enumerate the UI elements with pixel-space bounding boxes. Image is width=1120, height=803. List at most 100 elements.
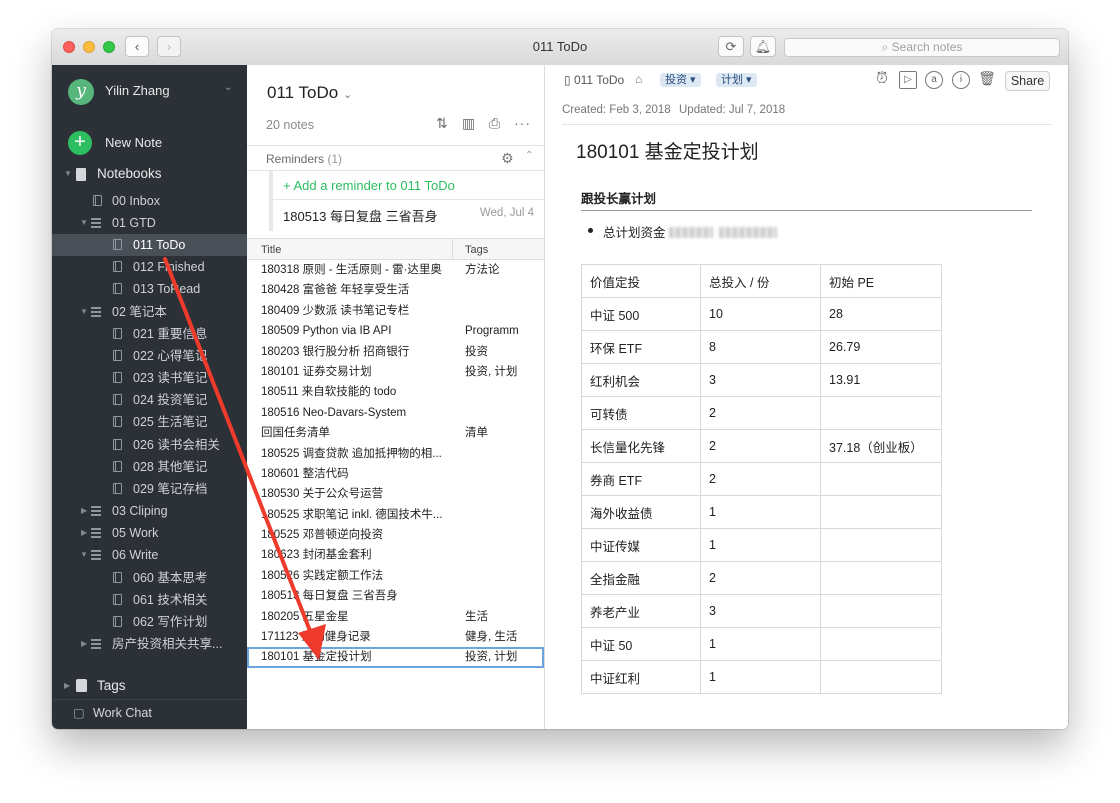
more-options-icon[interactable]: ···: [514, 115, 531, 131]
sidebar-item-026[interactable]: 026 读书会相关: [52, 434, 247, 456]
trash-icon[interactable]: 🗑︎: [978, 71, 996, 89]
table-cell[interactable]: 1: [700, 627, 821, 661]
sidebar-item-028[interactable]: 028 其他笔记: [52, 456, 247, 478]
table-cell[interactable]: 长信量化先锋: [581, 429, 701, 463]
table-cell[interactable]: [820, 462, 942, 496]
note-row[interactable]: 180513 每日复盘 三省吾身: [247, 586, 544, 606]
note-row[interactable]: 180601 整洁代码: [247, 464, 544, 484]
disclosure-open-icon[interactable]: ▼: [80, 544, 88, 566]
table-cell[interactable]: 环保 ETF: [581, 330, 701, 364]
tag-chip[interactable]: 投资 ▾: [660, 73, 701, 87]
note-row[interactable]: 180526 实践定额工作法: [247, 566, 544, 586]
mention-icon[interactable]: a: [925, 71, 943, 89]
sidebar-tags[interactable]: ▶ Tags: [52, 675, 247, 697]
table-cell[interactable]: 中证传媒: [581, 528, 701, 562]
chevron-down-icon[interactable]: ⌄: [224, 82, 232, 93]
disclosure-closed-icon[interactable]: ▶: [81, 522, 87, 544]
tag-chip[interactable]: 计划 ▾: [716, 73, 757, 87]
investment-table[interactable]: 价值定投 总投入 / 份 初始 PE 中证 500 10 28 环保 ETF 8 26.…: [581, 264, 942, 694]
table-cell[interactable]: 全指金融: [581, 561, 701, 595]
table-cell[interactable]: 1: [700, 528, 821, 562]
table-cell[interactable]: [820, 528, 942, 562]
table-cell[interactable]: 可转债: [581, 396, 701, 430]
sidebar-item-022[interactable]: 022 心得笔记: [52, 345, 247, 367]
account-name[interactable]: Yilin Zhang: [105, 83, 170, 98]
gear-icon[interactable]: ⚙: [501, 150, 514, 167]
note-row-selected[interactable]: 180101 基金定投计划 投资, 计划: [247, 647, 544, 668]
note-row[interactable]: 180525 邓普顿逆向投资: [247, 525, 544, 545]
note-row[interactable]: 180101 证券交易计划 投资, 计划: [247, 362, 544, 382]
note-row[interactable]: 回国任务清单 清单: [247, 423, 544, 443]
note-row[interactable]: 180530 关于公众号运营: [247, 484, 544, 504]
note-title[interactable]: 180101 基金定投计划: [576, 137, 759, 164]
table-cell[interactable]: 28: [820, 297, 942, 331]
alarm-icon[interactable]: ⏰︎: [873, 71, 891, 89]
sidebar-item-inbox[interactable]: 00 Inbox: [52, 190, 247, 212]
table-cell[interactable]: [820, 495, 942, 529]
sidebar-work-chat[interactable]: ▢ Work Chat: [52, 702, 247, 724]
sidebar-item-cliping[interactable]: ▶ 03 Cliping: [52, 500, 247, 522]
presentation-icon[interactable]: ▷: [899, 71, 917, 89]
chevron-up-icon[interactable]: ⌃: [525, 150, 533, 161]
table-cell[interactable]: 1: [700, 495, 821, 529]
sidebar-item-write[interactable]: ▼ 06 Write: [52, 544, 247, 566]
share-button[interactable]: Share: [1005, 71, 1050, 91]
tag-icon[interactable]: ⌂: [635, 72, 642, 86]
table-cell[interactable]: 26.79: [820, 330, 942, 364]
sidebar-item-todo[interactable]: 011 ToDo: [52, 234, 247, 256]
sidebar-notebooks-header[interactable]: ▼ Notebooks: [52, 163, 247, 185]
note-row[interactable]: 180525 调查贷款 追加抵押物的相...: [247, 444, 544, 464]
table-cell[interactable]: [820, 561, 942, 595]
table-cell[interactable]: 2: [700, 396, 821, 430]
table-header-cell[interactable]: 价值定投: [581, 264, 701, 298]
sidebar-item-024[interactable]: 024 投资笔记: [52, 389, 247, 411]
sidebar-item-061[interactable]: 061 技术相关: [52, 589, 247, 611]
disclosure-open-icon[interactable]: ▼: [80, 301, 88, 323]
table-cell[interactable]: 养老产业: [581, 594, 701, 628]
info-icon[interactable]: i: [952, 71, 970, 89]
table-cell[interactable]: 3: [700, 594, 821, 628]
sidebar-item-025[interactable]: 025 生活笔记: [52, 411, 247, 433]
table-cell[interactable]: 13.91: [820, 363, 942, 397]
sidebar-item-023[interactable]: 023 读书笔记: [52, 367, 247, 389]
new-note-button[interactable]: New Note: [105, 135, 162, 150]
sidebar-item-060[interactable]: 060 基本思考: [52, 567, 247, 589]
table-cell[interactable]: 1: [700, 660, 821, 694]
note-row[interactable]: 180409 少数派 读书笔记专栏: [247, 301, 544, 321]
table-cell[interactable]: 中证红利: [581, 660, 701, 694]
table-cell[interactable]: 2: [700, 561, 821, 595]
note-row[interactable]: 180511 来自软技能的 todo: [247, 382, 544, 402]
new-note-icon[interactable]: +: [68, 131, 92, 155]
sidebar-item-notebook-02[interactable]: ▼ 02 笔记本: [52, 301, 247, 323]
table-cell[interactable]: 2: [700, 462, 821, 496]
note-row[interactable]: 171123 运动健身记录 健身, 生活: [247, 627, 544, 647]
search-input[interactable]: ⌕ Search notes: [784, 38, 1060, 57]
column-header-tags[interactable]: Tags: [465, 244, 488, 256]
table-cell[interactable]: [820, 660, 942, 694]
note-row[interactable]: 180516 Neo-Davars-System: [247, 403, 544, 423]
bullet-item[interactable]: 总计划资金: [588, 222, 777, 241]
view-options-icon[interactable]: ▥: [462, 115, 475, 132]
add-reminder-button[interactable]: + Add a reminder to 011 ToDo: [283, 178, 455, 193]
sidebar-item-toread[interactable]: 013 ToRead: [52, 278, 247, 300]
note-row[interactable]: 180623 封闭基金套利: [247, 545, 544, 565]
note-row[interactable]: 180318 原则 - 生活原则 - 雷·达里奥 方法论: [247, 260, 544, 280]
disclosure-open-icon[interactable]: ▼: [64, 163, 72, 185]
table-cell[interactable]: 3: [700, 363, 821, 397]
table-cell[interactable]: 红利机会: [581, 363, 701, 397]
disclosure-closed-icon[interactable]: ▶: [64, 675, 70, 697]
reminders-header[interactable]: Reminders (1) ⚙ ⌃: [247, 145, 544, 171]
notelist-title[interactable]: 011 ToDo ⌄: [267, 83, 352, 103]
table-header-cell[interactable]: 总投入 / 份: [700, 264, 821, 298]
sidebar-item-finished[interactable]: 012 Finished: [52, 256, 247, 278]
disclosure-closed-icon[interactable]: ▶: [81, 500, 87, 522]
sidebar-item-029[interactable]: 029 笔记存档: [52, 478, 247, 500]
table-cell[interactable]: [820, 627, 942, 661]
table-cell[interactable]: 海外收益债: [581, 495, 701, 529]
reminder-item[interactable]: 180513 每日复盘 三省吾身: [283, 206, 438, 225]
note-row[interactable]: 180428 富爸爸 年轻享受生活: [247, 280, 544, 300]
table-cell[interactable]: 2: [700, 429, 821, 463]
table-header-cell[interactable]: 初始 PE: [820, 264, 942, 298]
sort-icon[interactable]: ⇅: [436, 115, 448, 132]
table-cell[interactable]: 中证 500: [581, 297, 701, 331]
